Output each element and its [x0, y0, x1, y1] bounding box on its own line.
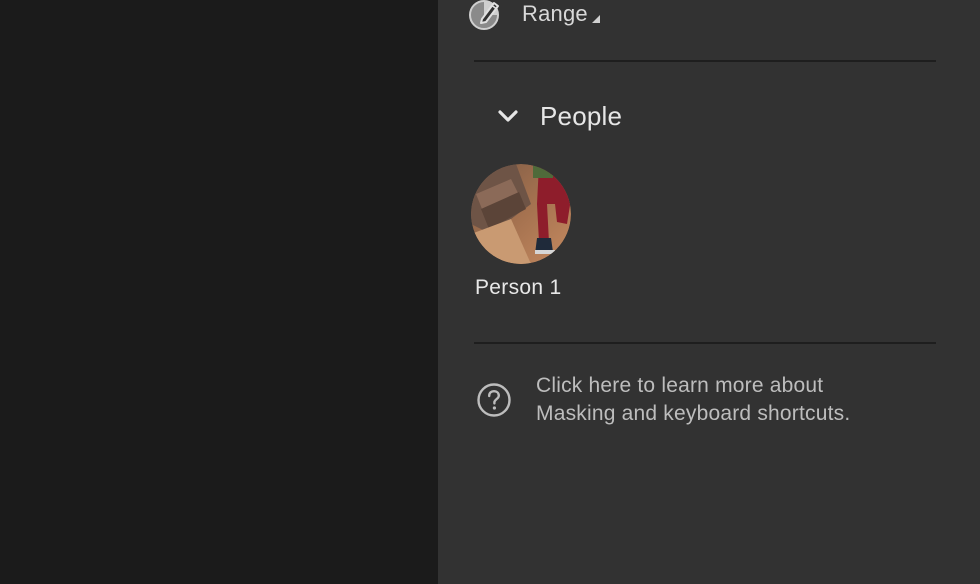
image-canvas	[0, 0, 438, 584]
range-mask-icon	[469, 0, 499, 30]
people-section-header[interactable]: People	[496, 96, 622, 136]
question-circle-icon[interactable]	[476, 382, 512, 418]
person-thumbnail[interactable]	[471, 164, 571, 264]
help-text-line: Masking and keyboard shortcuts.	[536, 402, 851, 425]
section-divider	[474, 60, 936, 62]
dropdown-caret-icon[interactable]	[591, 15, 600, 23]
help-text[interactable]: Click here to learn more about Masking a…	[536, 372, 916, 428]
people-section-title: People	[540, 100, 623, 131]
person-item[interactable]: Person 1	[471, 164, 571, 299]
person-label: Person 1	[475, 276, 562, 299]
range-mask-button[interactable]: Range	[468, 0, 600, 34]
masking-panel: Range People Person 1 Click here to lear…	[438, 0, 980, 584]
help-text-line: Click here to learn more about	[536, 374, 824, 397]
section-divider	[474, 342, 936, 344]
chevron-down-icon[interactable]	[496, 104, 520, 128]
range-label: Range	[522, 1, 588, 26]
help-link[interactable]: Click here to learn more about Masking a…	[476, 372, 916, 428]
